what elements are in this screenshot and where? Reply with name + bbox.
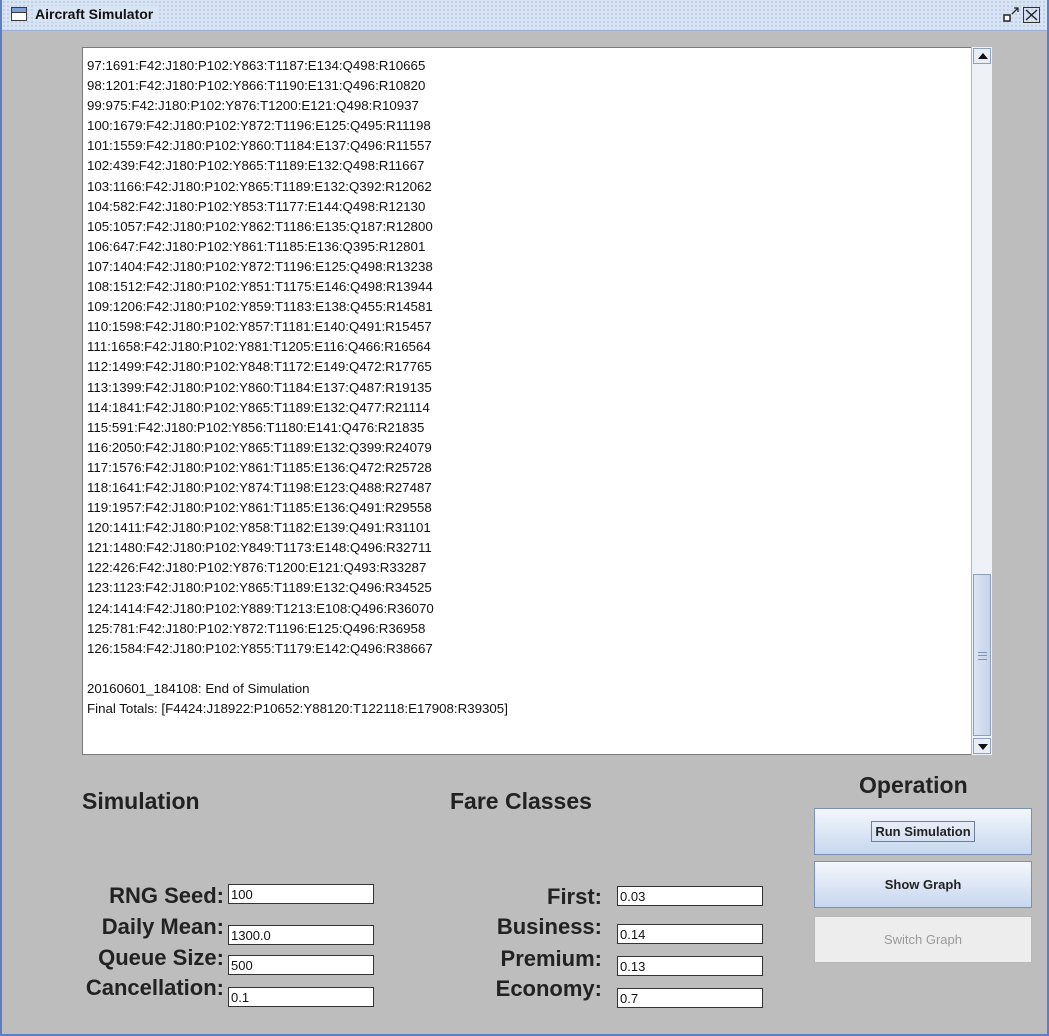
rng-seed-input[interactable] — [228, 884, 374, 904]
scroll-up-icon[interactable] — [973, 48, 991, 64]
queue-size-input[interactable] — [228, 955, 374, 975]
operation-heading: Operation — [859, 772, 968, 798]
restore-icon[interactable] — [1003, 7, 1020, 23]
run-simulation-label: Run Simulation — [871, 821, 975, 842]
business-label: Business: — [496, 914, 602, 939]
economy-input[interactable] — [617, 988, 763, 1008]
grip-icon — [978, 652, 987, 660]
business-input[interactable] — [617, 924, 763, 944]
daily-mean-input[interactable] — [228, 925, 374, 945]
simulation-log[interactable]: 97:1691:F42:J180:P102:Y863:T1187:E134:Q4… — [82, 47, 992, 755]
first-input[interactable] — [617, 886, 763, 906]
fare-classes-heading: Fare Classes — [450, 788, 592, 814]
log-scrollbar[interactable] — [971, 47, 992, 755]
show-graph-button[interactable]: Show Graph — [814, 861, 1032, 908]
close-icon[interactable] — [1023, 7, 1040, 23]
cancellation-input[interactable] — [228, 987, 374, 1007]
premium-label: Premium: — [500, 946, 602, 971]
app-window: Aircraft Simulator 97:1691:F42:J180:P102… — [0, 0, 1049, 1036]
queue-size-label: Queue Size: — [98, 945, 224, 970]
premium-input[interactable] — [617, 956, 763, 976]
window-title: Aircraft Simulator — [35, 6, 160, 22]
scroll-down-icon[interactable] — [973, 738, 991, 754]
run-simulation-button[interactable]: Run Simulation — [814, 808, 1032, 855]
title-bar[interactable]: Aircraft Simulator — [2, 0, 1047, 31]
switch-graph-button[interactable]: Switch Graph — [814, 916, 1032, 963]
rng-seed-label: RNG Seed: — [109, 883, 224, 908]
cancellation-label: Cancellation: — [85, 975, 224, 1000]
window-icon — [11, 7, 27, 21]
scroll-thumb[interactable] — [973, 574, 991, 736]
first-label: First: — [547, 884, 602, 909]
simulation-heading: Simulation — [82, 788, 200, 814]
economy-label: Economy: — [495, 976, 602, 1001]
log-text: 97:1691:F42:J180:P102:Y863:T1187:E134:Q4… — [87, 58, 508, 716]
daily-mean-label: Daily Mean: — [101, 914, 224, 939]
